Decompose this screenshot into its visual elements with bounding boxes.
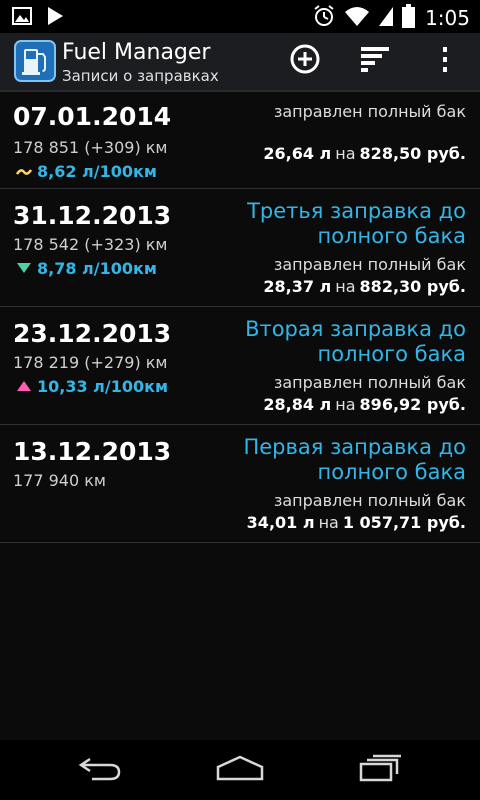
back-icon [78, 755, 122, 785]
trend-down-icon [16, 259, 32, 278]
entry-odometer: 178 851 (+309) км [13, 138, 168, 157]
entry-odometer: 177 940 км [13, 471, 106, 490]
app-title: Fuel Manager [62, 40, 211, 65]
list-item[interactable]: 23.12.2013 178 219 (+279) км 10,33 л/100… [0, 307, 480, 425]
liters: 34,01 л [246, 513, 315, 532]
entry-date: 23.12.2013 [13, 319, 172, 348]
fuel-records-list: 07.01.2014 178 851 (+309) км 8,62 л/100к… [0, 92, 480, 543]
fill-status: заправлен полный бак [273, 491, 466, 510]
entry-odometer: 178 219 (+279) км [13, 353, 168, 372]
entry-note: Третья заправка до полного бака [247, 199, 466, 248]
clock: 1:05 [425, 6, 470, 30]
cost: 896,92 руб. [359, 395, 466, 414]
fuel-pump-icon[interactable] [14, 40, 56, 82]
cost: 828,50 руб. [359, 144, 466, 163]
consumption-value: 8,62 л/100км [37, 162, 157, 181]
sort-button[interactable] [355, 43, 395, 79]
entry-date: 31.12.2013 [13, 201, 172, 230]
back-button[interactable] [70, 752, 130, 788]
home-button[interactable] [210, 752, 270, 788]
add-icon [289, 43, 321, 79]
cost: 1 057,71 руб. [342, 513, 466, 532]
battery-icon [402, 4, 416, 32]
entry-consumption: 8,62 л/100км [15, 162, 157, 181]
action-bar: Fuel Manager Записи о заправках [0, 33, 480, 92]
sort-icon [359, 45, 391, 77]
fill-status: заправлен полный бак [273, 102, 466, 121]
entry-consumption: 10,33 л/100км [16, 377, 168, 396]
entry-note: Первая заправка до полного бака [243, 435, 466, 484]
entry-odometer: 178 542 (+323) км [13, 235, 168, 254]
play-icon [46, 6, 64, 30]
navigation-bar [0, 740, 480, 800]
overflow-menu-icon [441, 45, 449, 77]
home-icon [215, 755, 265, 785]
entry-consumption: 8,78 л/100км [16, 259, 157, 278]
fill-status: заправлен полный бак [273, 373, 466, 392]
fuel-amount: 26,64 л на 828,50 руб. [263, 144, 466, 163]
trend-up-icon [16, 377, 32, 396]
liters: 28,37 л [263, 277, 332, 296]
app-subtitle: Записи о заправках [62, 67, 219, 85]
fill-status: заправлен полный бак [273, 255, 466, 274]
cost: 882,30 руб. [359, 277, 466, 296]
recent-apps-icon [358, 754, 402, 786]
list-item[interactable]: 13.12.2013 177 940 км Первая заправка до… [0, 425, 480, 543]
list-item[interactable]: 07.01.2014 178 851 (+309) км 8,62 л/100к… [0, 92, 480, 189]
recent-apps-button[interactable] [350, 752, 410, 788]
fuel-amount: 28,37 л на 882,30 руб. [263, 277, 466, 296]
liters: 26,64 л [263, 144, 332, 163]
alarm-icon [312, 4, 336, 32]
fuel-amount: 28,84 л на 896,92 руб. [263, 395, 466, 414]
image-icon [12, 7, 32, 29]
consumption-value: 10,33 л/100км [37, 377, 169, 396]
entry-note: Вторая заправка до полного бака [245, 317, 466, 366]
signal-icon [378, 5, 394, 31]
status-bar: 1:05 [0, 0, 480, 33]
consumption-value: 8,78 л/100км [37, 259, 157, 278]
entry-date: 13.12.2013 [13, 437, 172, 466]
list-item[interactable]: 31.12.2013 178 542 (+323) км 8,78 л/100к… [0, 189, 480, 307]
add-button[interactable] [285, 43, 325, 79]
liters: 28,84 л [263, 395, 332, 414]
entry-date: 07.01.2014 [13, 102, 172, 131]
overflow-menu-button[interactable] [425, 43, 465, 79]
wifi-icon [344, 5, 370, 31]
trend-same-icon [15, 162, 33, 181]
fuel-amount: 34,01 л на 1 057,71 руб. [246, 513, 466, 532]
